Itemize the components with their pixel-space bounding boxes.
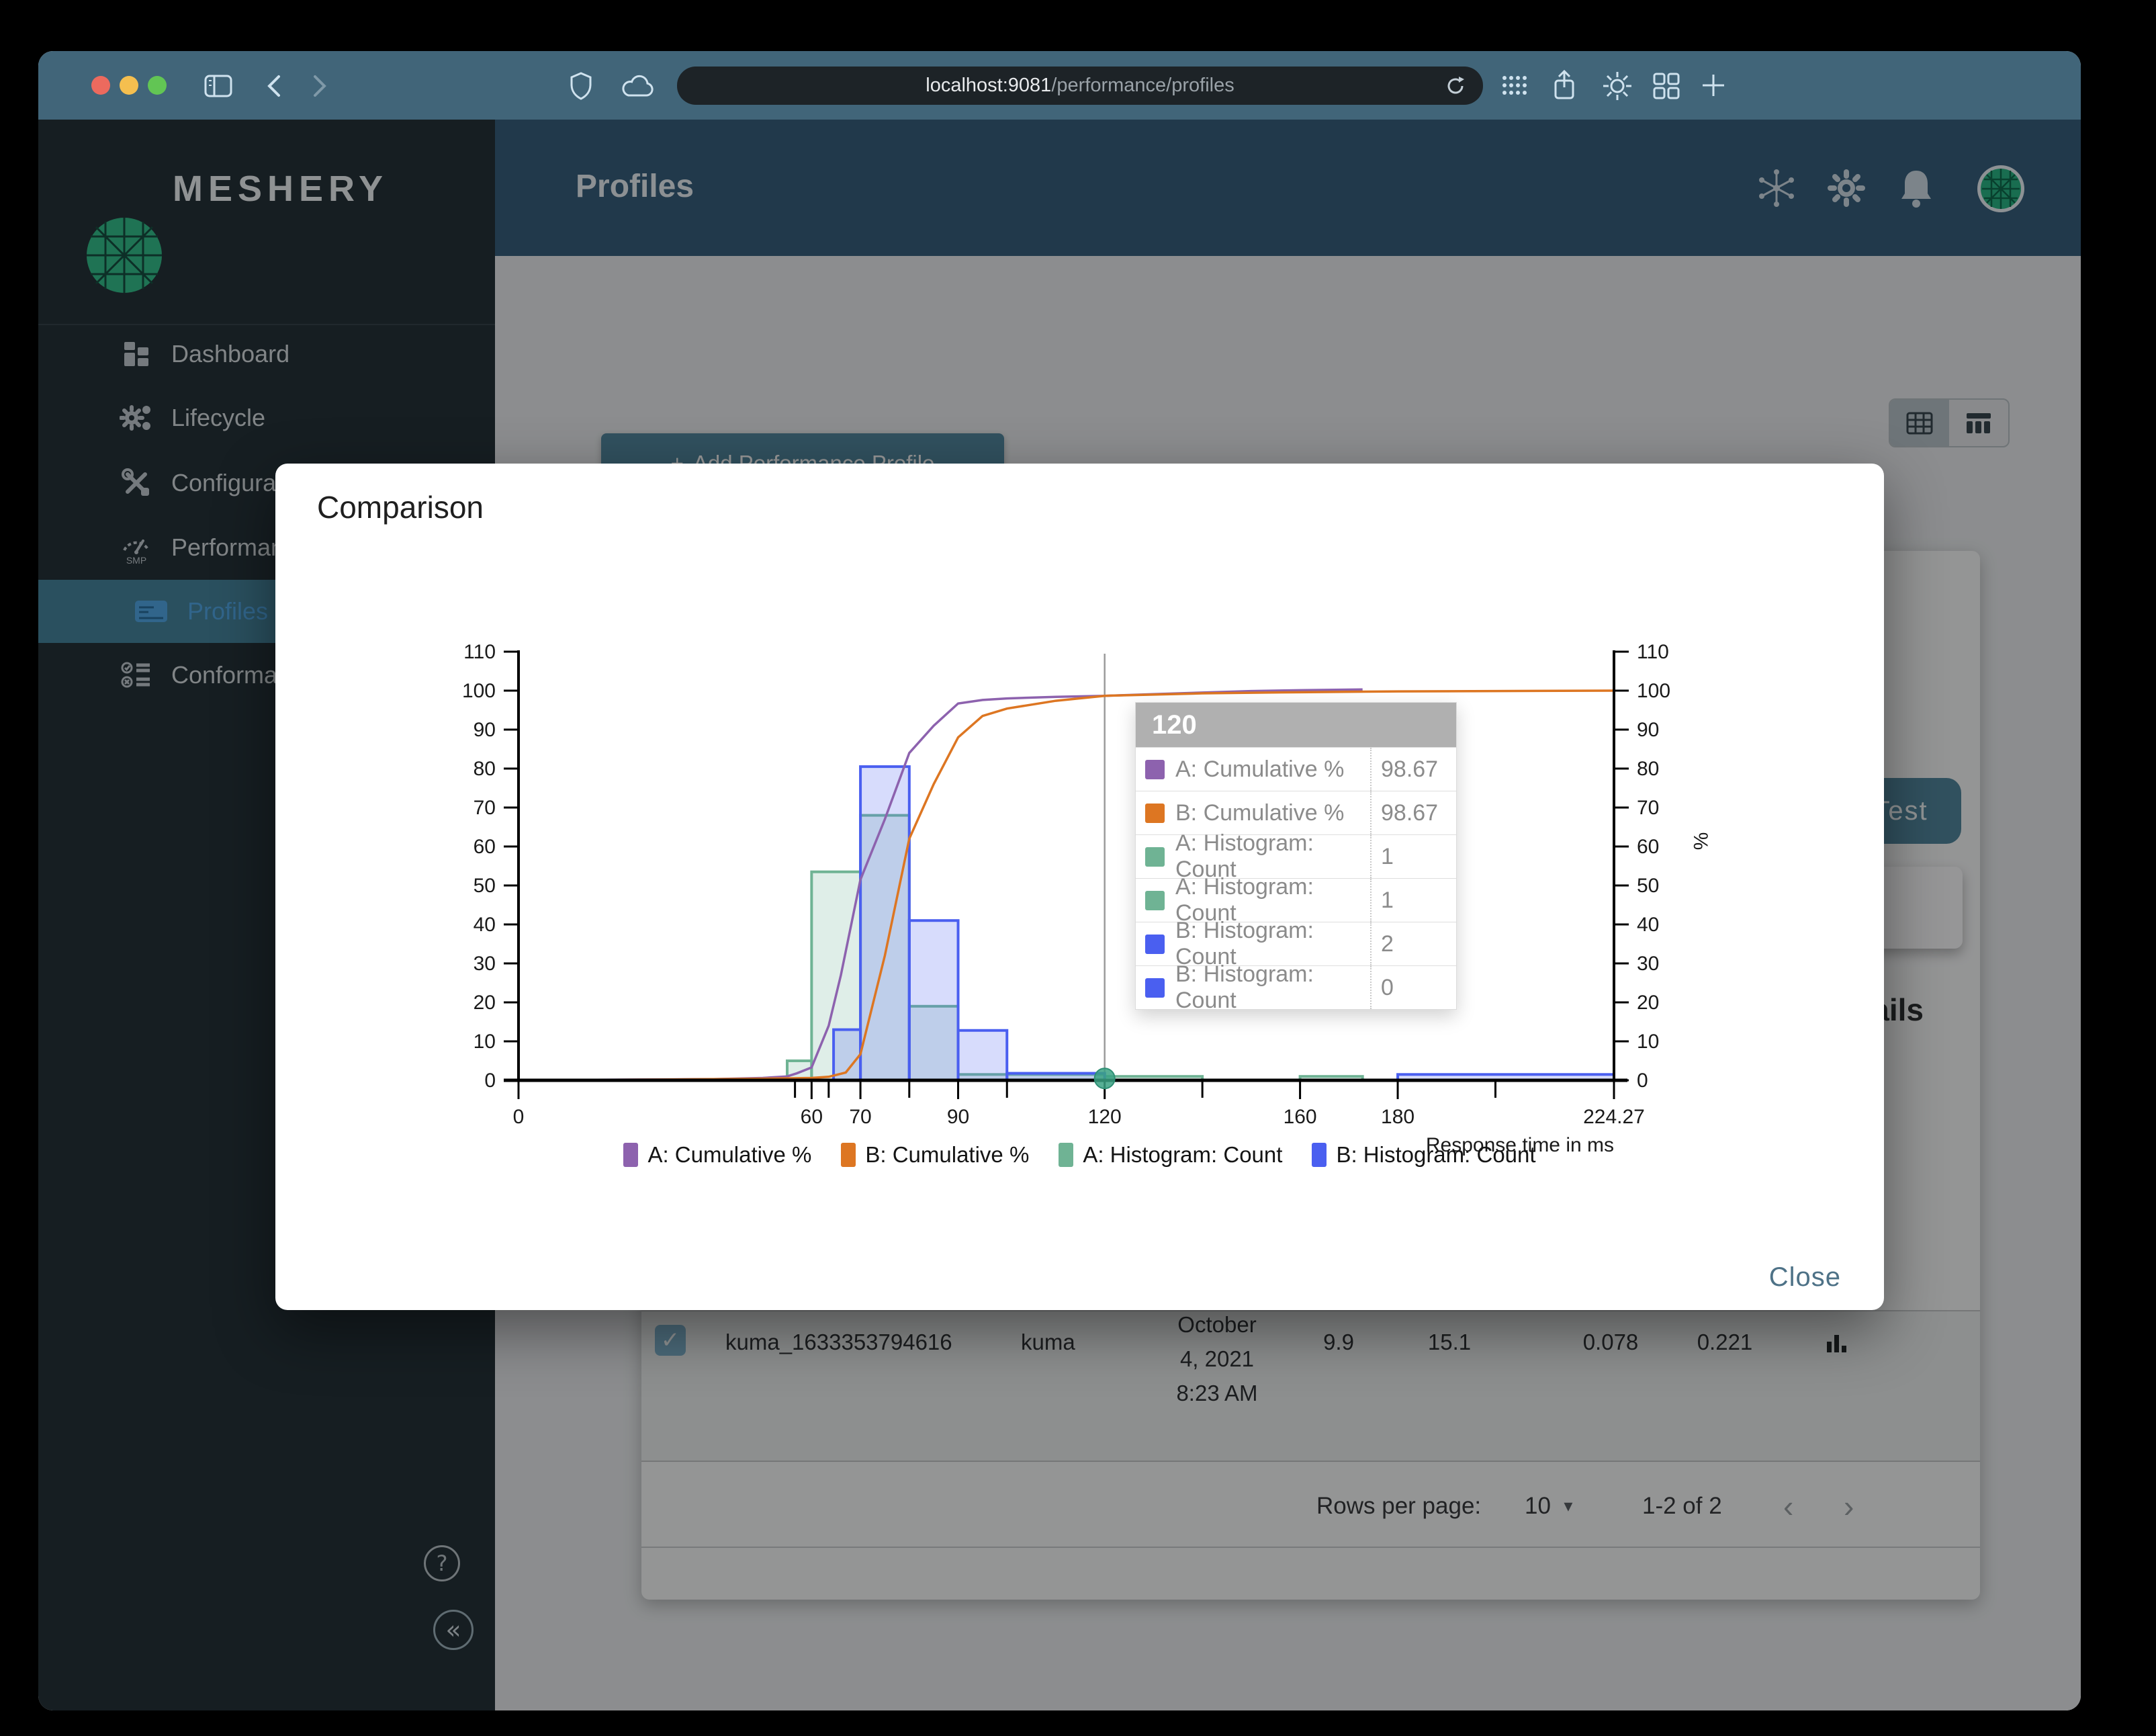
svg-text:30: 30 — [1637, 953, 1659, 975]
new-tab-icon[interactable] — [1699, 71, 1728, 103]
legend-label: B: Cumulative % — [865, 1142, 1030, 1167]
tooltip-series-label: A: Cumulative % — [1175, 756, 1345, 782]
svg-text:60: 60 — [474, 836, 496, 858]
tooltip-row: A: Cumulative % 98.67 — [1136, 747, 1456, 791]
chart-tooltip: 120 A: Cumulative % 98.67 B: Cumulative % 9… — [1135, 702, 1457, 1013]
series-swatch — [1145, 803, 1165, 823]
series-swatch — [1145, 759, 1165, 779]
svg-text:20: 20 — [474, 992, 496, 1014]
legend-label: A: Histogram: Count — [1083, 1142, 1283, 1167]
tooltip-series-value: 1 — [1370, 835, 1456, 878]
url-path: /performance/profiles — [1051, 75, 1234, 96]
series-swatch — [1145, 847, 1165, 867]
tooltip-header: 120 — [1136, 703, 1456, 747]
legend-swatch — [623, 1143, 639, 1167]
tooltip-series-value: 98.67 — [1370, 748, 1456, 791]
chart-legend: A: Cumulative % B: Cumulative % A: Histogr… — [275, 1142, 1884, 1168]
legend-swatch — [841, 1143, 856, 1167]
legend-item[interactable]: A: Cumulative % — [623, 1142, 811, 1168]
browser-chrome: localhost:9081/performance/profiles — [38, 51, 2081, 120]
tooltip-series-value: 98.67 — [1370, 791, 1456, 834]
svg-text:120: 120 — [1088, 1106, 1122, 1128]
url-host: localhost:9081 — [926, 75, 1052, 96]
close-window-button[interactable] — [91, 76, 110, 95]
svg-text:40: 40 — [1637, 914, 1659, 936]
shield-icon[interactable] — [569, 71, 593, 104]
legend-swatch — [1312, 1143, 1327, 1167]
svg-text:20: 20 — [1637, 992, 1659, 1014]
minimize-window-button[interactable] — [120, 76, 138, 95]
legend-label: A: Cumulative % — [647, 1142, 812, 1167]
zoom-window-button[interactable] — [148, 76, 167, 95]
tooltip-row: B: Histogram: Count 0 — [1136, 961, 1456, 1013]
tooltip-series-label: B: Histogram: Count — [1175, 961, 1314, 1013]
tooltip-series-value: 2 — [1370, 922, 1456, 965]
svg-text:180: 180 — [1381, 1106, 1414, 1128]
tooltip-row: A: Histogram: Count 1 — [1136, 874, 1456, 926]
grid-dots-icon[interactable] — [1500, 73, 1529, 101]
settings-icon[interactable] — [1602, 71, 1633, 105]
svg-text:100: 100 — [1637, 680, 1670, 702]
comparison-modal: Comparison 0 0 10 10 20 20 30 30 40 40 50 50 60 60 70 7… — [275, 464, 1884, 1310]
svg-text:70: 70 — [1637, 797, 1659, 819]
svg-text:224.27: 224.27 — [1583, 1106, 1645, 1128]
svg-text:0: 0 — [484, 1070, 496, 1092]
svg-text:0: 0 — [513, 1106, 525, 1128]
svg-text:50: 50 — [474, 875, 496, 897]
svg-text:60: 60 — [801, 1106, 823, 1128]
series-swatch — [1145, 890, 1165, 910]
tooltip-row: A: Histogram: Count 1 — [1136, 830, 1456, 882]
svg-text:0: 0 — [1637, 1070, 1648, 1092]
browser-window: localhost:9081/performance/profiles MESH… — [38, 51, 2081, 1710]
comparison-chart[interactable]: 0 010 1020 2030 3040 4050 5060 6070 7080 8090 9010… — [275, 464, 1884, 1310]
svg-text:30: 30 — [474, 953, 496, 975]
svg-text:90: 90 — [1637, 719, 1659, 741]
svg-text:10: 10 — [474, 1031, 496, 1053]
url-bar[interactable]: localhost:9081/performance/profiles — [677, 67, 1483, 105]
share-icon[interactable] — [1551, 69, 1578, 105]
svg-text:70: 70 — [849, 1106, 871, 1128]
svg-text:40: 40 — [474, 914, 496, 936]
sidebar-toggle-icon[interactable] — [204, 73, 233, 102]
legend-swatch — [1059, 1143, 1074, 1167]
tooltip-row: B: Histogram: Count 2 — [1136, 918, 1456, 969]
tooltip-series-value: 0 — [1370, 966, 1456, 1009]
legend-label: B: Histogram: Count — [1336, 1142, 1536, 1167]
reload-icon[interactable] — [1444, 75, 1467, 101]
legend-item[interactable]: A: Histogram: Count — [1059, 1142, 1282, 1168]
series-swatch — [1145, 978, 1165, 998]
svg-text:50: 50 — [1637, 875, 1659, 897]
close-button[interactable]: Close — [1769, 1262, 1841, 1293]
svg-text:100: 100 — [462, 680, 496, 702]
tab-overview-icon[interactable] — [1652, 71, 1681, 104]
svg-text:110: 110 — [1637, 641, 1669, 663]
tooltip-row: B: Cumulative % 98.67 — [1136, 791, 1456, 834]
svg-text:%: % — [1689, 832, 1711, 851]
svg-text:70: 70 — [474, 797, 496, 819]
svg-text:160: 160 — [1284, 1106, 1317, 1128]
svg-text:60: 60 — [1637, 836, 1659, 858]
svg-text:90: 90 — [947, 1106, 969, 1128]
svg-text:110: 110 — [463, 641, 496, 663]
svg-text:90: 90 — [474, 719, 496, 741]
cloud-icon[interactable] — [620, 74, 655, 101]
svg-text:10: 10 — [1637, 1031, 1659, 1053]
screenshot-stage: localhost:9081/performance/profiles MESH… — [0, 0, 2156, 1736]
back-icon[interactable] — [264, 73, 284, 103]
legend-item[interactable]: B: Cumulative % — [841, 1142, 1029, 1168]
svg-text:80: 80 — [1637, 758, 1659, 780]
tooltip-series-value: 1 — [1370, 879, 1456, 922]
legend-item[interactable]: B: Histogram: Count — [1312, 1142, 1536, 1168]
svg-text:80: 80 — [474, 758, 496, 780]
forward-icon[interactable] — [310, 73, 330, 103]
tooltip-series-label: B: Cumulative % — [1175, 799, 1345, 826]
series-swatch — [1145, 934, 1165, 954]
